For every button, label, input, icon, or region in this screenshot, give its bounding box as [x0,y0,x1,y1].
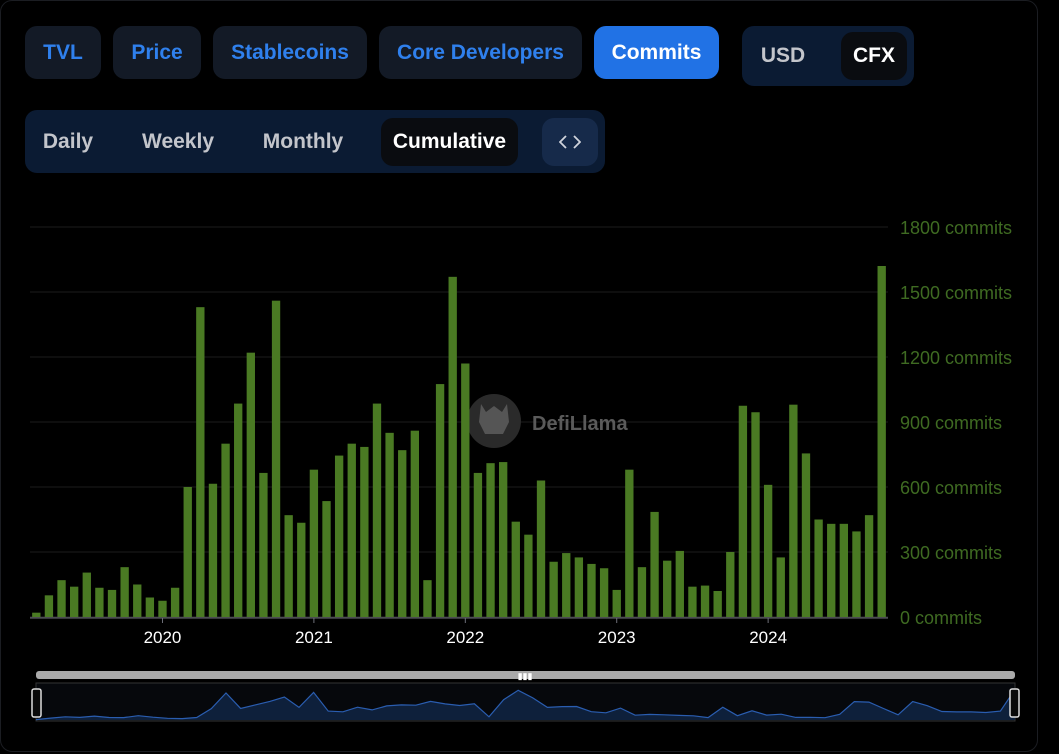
bar[interactable] [208,483,218,617]
bar[interactable] [246,352,255,617]
bar[interactable] [574,557,584,617]
bar[interactable] [700,585,710,617]
bar[interactable] [297,522,306,617]
brush-grip-icon[interactable]: ▮▮▮ [518,671,533,681]
bar[interactable] [524,534,533,617]
bar[interactable] [196,307,205,617]
bar[interactable] [827,523,836,617]
x-tick-label: 2024 [749,628,787,647]
bar[interactable] [448,276,457,617]
bar[interactable] [95,587,104,617]
x-tick-label: 2023 [598,628,636,647]
bar[interactable] [145,597,155,618]
bar[interactable] [322,501,331,617]
bar[interactable] [612,589,621,617]
bar[interactable] [536,480,546,618]
watermark: DefiLlama [467,394,628,448]
bar[interactable] [511,521,520,617]
bar[interactable] [864,515,874,617]
bar[interactable] [183,487,192,617]
bar[interactable] [221,443,230,617]
bar[interactable] [133,584,142,618]
bar[interactable] [170,587,180,617]
bar[interactable] [70,586,79,617]
y-tick-label: 1500 commits [900,283,1012,303]
y-tick-label: 600 commits [900,478,1002,498]
bar[interactable] [726,552,735,617]
x-tick-label: 2021 [295,628,333,647]
y-tick-label: 1200 commits [900,348,1012,368]
bar[interactable] [284,515,293,617]
x-tick-label: 2022 [446,628,484,647]
y-axis-labels: 0 commits 300 commits 600 commits 900 commi… [900,218,1012,628]
bar[interactable] [271,300,281,617]
bar[interactable] [461,363,470,618]
bar[interactable] [688,586,697,617]
bar[interactable] [486,463,495,617]
bar[interactable] [751,412,760,617]
bar[interactable] [499,462,508,617]
bar[interactable] [663,560,672,617]
bar[interactable] [372,403,382,617]
bar[interactable] [776,557,785,617]
bar[interactable] [738,405,748,617]
bar[interactable] [44,595,54,617]
bar[interactable] [120,567,129,617]
bar[interactable] [549,561,558,617]
bar[interactable] [675,550,684,617]
bar[interactable] [107,589,117,617]
bar[interactable] [637,567,647,617]
bar[interactable] [423,580,432,617]
bar[interactable] [385,432,394,617]
bar-series [32,266,886,617]
bar[interactable] [852,531,861,617]
bar[interactable] [625,469,634,617]
bar[interactable] [650,511,659,617]
brush-right-handle[interactable] [1009,688,1020,718]
brush-left-handle[interactable] [31,688,42,718]
llama-logo-icon [479,404,509,434]
bar[interactable] [435,384,445,617]
y-tick-label: 900 commits [900,413,1002,433]
y-tick-label: 1800 commits [900,218,1012,238]
bar[interactable] [410,430,419,617]
bar[interactable] [801,453,811,617]
range-brush[interactable]: ▮▮▮ [31,671,1020,722]
bar[interactable] [360,446,369,617]
bar[interactable] [57,580,66,617]
x-axis: 2020 2021 2022 2023 2024 [30,617,888,647]
bar[interactable] [334,455,344,617]
bar[interactable] [259,472,268,617]
bar[interactable] [473,472,483,617]
bar[interactable] [158,600,167,617]
bar[interactable] [814,519,823,618]
bar[interactable] [713,591,722,617]
bar[interactable] [234,403,243,617]
bar[interactable] [839,523,848,617]
commits-chart: DefiLlama 0 commits 300 commits 600 commit… [30,218,1020,722]
bar[interactable] [309,469,319,617]
bar[interactable] [82,572,91,617]
bar[interactable] [347,443,356,617]
bar[interactable] [587,563,596,617]
x-tick-label: 2020 [144,628,182,647]
bar[interactable] [763,484,773,617]
bar[interactable] [877,266,886,617]
bar[interactable] [398,450,407,617]
bar[interactable] [32,612,41,617]
bar[interactable] [789,404,798,617]
bar[interactable] [599,568,609,617]
bar[interactable] [562,553,571,617]
y-tick-label: 300 commits [900,543,1002,563]
watermark-text: DefiLlama [532,413,628,435]
y-tick-label: 0 commits [900,608,982,628]
